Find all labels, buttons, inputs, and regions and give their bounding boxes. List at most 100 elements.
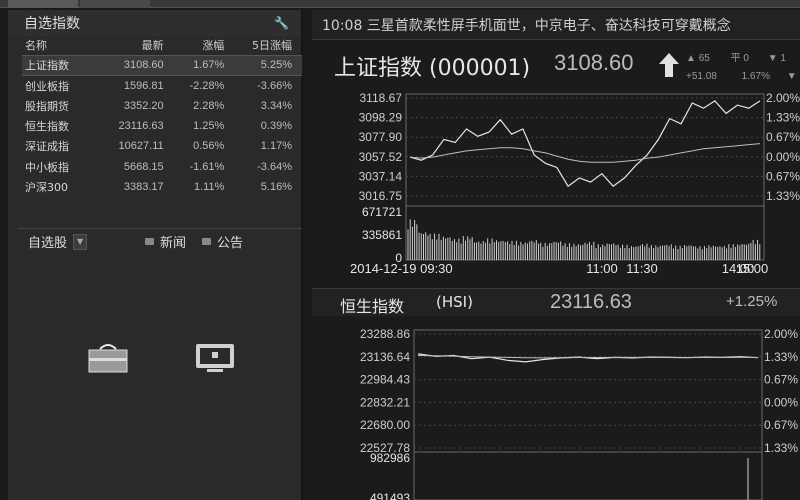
series-line — [409, 143, 761, 163]
volume-tick-label: 982986 — [370, 451, 410, 465]
row-name: 中小板指 — [25, 160, 69, 174]
row-chg: 1.67% — [173, 55, 235, 76]
news-tab[interactable]: 新闻 — [145, 232, 186, 251]
y-tick-label: 3037.14 — [359, 169, 403, 183]
hsi-chart[interactable]: 23288.86 23136.64 22984.43 22832.21 22680.00… — [312, 318, 800, 500]
sse-chart[interactable]: 3118.67 3098.29 3077.90 3057.52 3037.14 3016.… — [312, 10, 800, 278]
news-label: 新闻 — [160, 236, 187, 251]
message-icon — [145, 238, 155, 245]
y-tick-label: 3057.52 — [359, 150, 403, 164]
y-tick-label: 23136.64 — [360, 350, 410, 364]
y-tick-label: 3098.29 — [359, 111, 403, 125]
hsi-pct: +1.25% — [726, 293, 778, 310]
y2-tick-label: 1.33% — [766, 111, 800, 125]
row-chg: 1.11% — [193, 180, 225, 193]
row-last: 5668.15 — [123, 160, 164, 173]
hsi-code: (HSI) — [436, 293, 473, 311]
watchlist-table: 名称 最新 涨幅 5日涨幅 上证指数 3108.60 1.67% 5.25% 创… — [22, 36, 302, 197]
row-name: 上证指数 — [22, 55, 100, 76]
y2-tick-label: 1.33% — [764, 350, 798, 364]
volume-tick-label: 335861 — [362, 228, 402, 242]
row-last: 3383.17 — [123, 180, 164, 193]
table-row[interactable]: 沪深300 3383.17 1.11% 5.16% — [22, 177, 302, 197]
table-row[interactable]: 股指期货 3352.20 2.28% 3.34% — [22, 96, 302, 116]
plot-frame — [405, 93, 765, 261]
x-tick-label: 15:00 — [736, 261, 769, 276]
watchlist-header: 自选指数 🔧 — [8, 10, 301, 36]
hsi-price: 23116.63 — [550, 291, 632, 313]
table-row[interactable]: 上证指数 3108.60 1.67% 5.25% — [22, 55, 302, 76]
y2-tick-label: 1.33% — [766, 189, 800, 203]
chevron-down-icon[interactable]: ▼ — [73, 233, 88, 250]
y-tick-label: 3016.75 — [359, 189, 403, 203]
col-chg5[interactable]: 5日涨幅 — [234, 36, 302, 56]
y-tick-label: 22832.21 — [360, 395, 410, 409]
y-tick-label: 3077.90 — [359, 130, 403, 144]
table-row[interactable]: 恒生指数 23116.63 1.25% 0.39% — [22, 116, 302, 136]
row-last: 23116.63 — [118, 120, 164, 133]
x-tick-label: 11:30 — [626, 261, 658, 276]
row-name: 创业板指 — [25, 79, 69, 93]
y-tick-label: 22984.43 — [360, 373, 410, 387]
y2-tick-label: 0.67% — [764, 418, 798, 432]
window-tab[interactable] — [80, 0, 150, 8]
row-chg: -1.61% — [189, 160, 225, 173]
briefcase-icon[interactable] — [86, 340, 130, 376]
series-line — [409, 100, 761, 188]
chart-panel: 10:08 三星首款柔性屏手机面世，中京电子、奋达科技可穿戴概念 上证指数 (0… — [312, 10, 800, 500]
row-last: 3352.20 — [123, 99, 164, 112]
window-tab[interactable] — [8, 0, 78, 8]
hsi-header: 恒生指数 (HSI) 23116.63 +1.25% — [312, 288, 800, 316]
col-chg[interactable]: 涨幅 — [173, 36, 235, 56]
y2-tick-label: 0.67% — [766, 169, 800, 183]
row-name: 股指期货 — [25, 99, 69, 113]
my-stocks-label[interactable]: 自选股 — [18, 232, 67, 251]
row-last: 1596.81 — [123, 79, 164, 92]
volume-tick-label: 491493 — [370, 491, 410, 500]
row-chg5: -3.64% — [257, 160, 292, 173]
hsi-name: 恒生指数 — [340, 297, 405, 316]
monitor-icon[interactable] — [193, 340, 237, 376]
x-tick-label: 2014-12-19 09:30 — [350, 261, 453, 276]
volume-tick-label: 671721 — [362, 205, 402, 219]
row-chg5: 3.34% — [260, 99, 292, 112]
row-last: 10627.11 — [118, 140, 164, 153]
row-chg: 0.56% — [193, 140, 225, 153]
col-name[interactable]: 名称 — [22, 36, 100, 56]
x-tick-label: 11:00 — [586, 261, 618, 276]
row-chg5: 5.25% — [234, 55, 302, 76]
y-tick-label: 3118.67 — [360, 91, 403, 105]
window-tab-strip — [0, 0, 800, 8]
row-chg: 2.28% — [193, 99, 225, 112]
y-tick-label: 23288.86 — [360, 327, 410, 341]
watchlist-title: 自选指数 — [24, 16, 80, 32]
table-row[interactable]: 中小板指 5668.15 -1.61% -3.64% — [22, 156, 302, 176]
wrench-icon[interactable]: 🔧 — [274, 16, 289, 30]
y2-tick-label: 0.67% — [766, 130, 800, 144]
announcement-label: 公告 — [217, 236, 244, 251]
watchlist-panel: 自选指数 🔧 名称 最新 涨幅 5日涨幅 上证指数 3108.60 1.67% … — [8, 10, 302, 500]
message-icon — [202, 238, 212, 245]
plot-frame — [413, 329, 763, 500]
row-chg5: -3.66% — [257, 79, 292, 92]
y2-tick-label: 0.67% — [764, 373, 798, 387]
stock-tabs-bar: 自选股 ▼ 新闻 公告 — [18, 228, 302, 254]
y2-tick-label: 2.00% — [764, 327, 798, 341]
table-row[interactable]: 创业板指 1596.81 -2.28% -3.66% — [22, 75, 302, 95]
col-last[interactable]: 最新 — [99, 36, 174, 56]
row-chg5: 0.39% — [260, 120, 292, 133]
announcement-tab[interactable]: 公告 — [202, 232, 243, 251]
row-name: 沪深300 — [25, 180, 68, 194]
row-chg5: 1.17% — [260, 140, 292, 153]
row-name: 深证成指 — [25, 140, 69, 154]
row-chg: -2.28% — [189, 79, 225, 92]
row-chg5: 5.16% — [260, 180, 292, 193]
y2-tick-label: 2.00% — [766, 91, 800, 105]
y2-tick-label: 0.00% — [764, 395, 798, 409]
table-row[interactable]: 深证成指 10627.11 0.56% 1.17% — [22, 136, 302, 156]
row-name: 恒生指数 — [25, 120, 69, 134]
y2-tick-label: 0.00% — [766, 150, 800, 164]
y2-tick-label: 1.33% — [764, 441, 798, 455]
row-last: 3108.60 — [99, 55, 174, 76]
y-tick-label: 22680.00 — [360, 418, 410, 432]
